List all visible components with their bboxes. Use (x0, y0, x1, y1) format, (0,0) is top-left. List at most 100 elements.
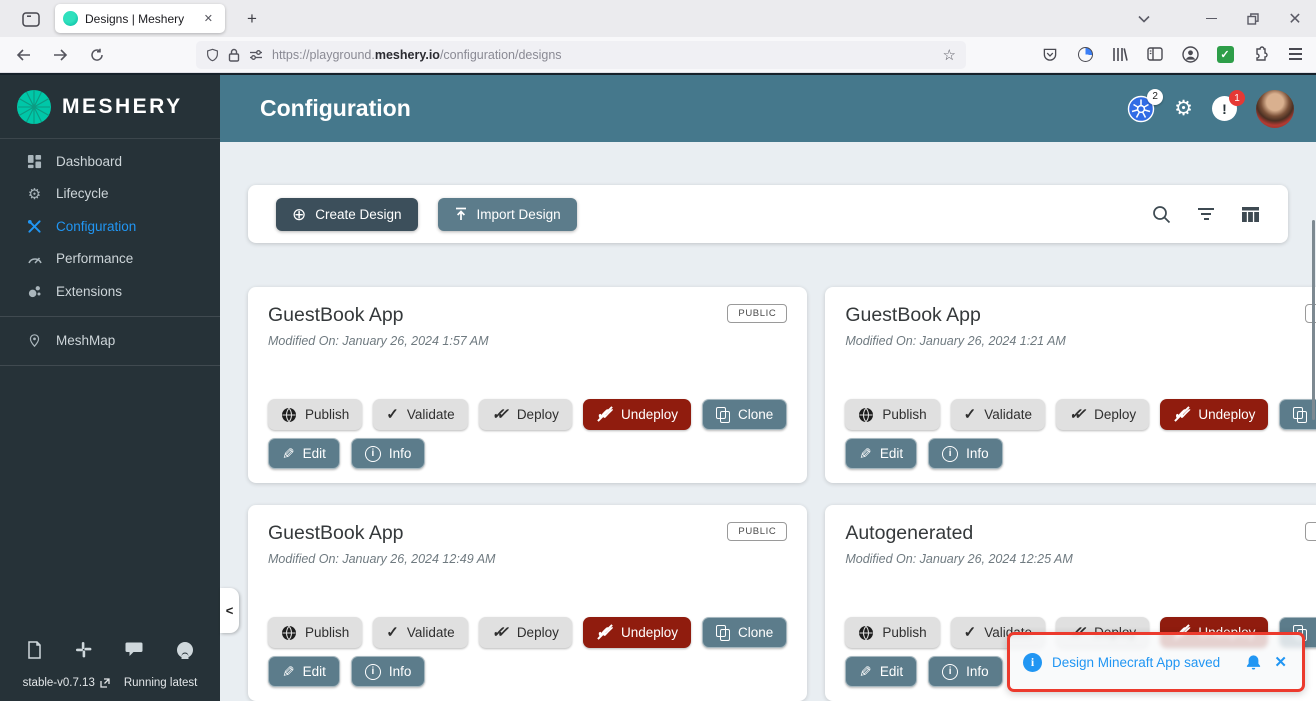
toast-close-icon[interactable]: ✕ (1272, 653, 1289, 671)
list-all-tabs-icon[interactable] (1132, 9, 1156, 29)
check-icon: ✓ (963, 624, 977, 641)
copy-icon (716, 624, 731, 641)
sidebar-toggle-icon[interactable] (1144, 43, 1166, 65)
tracking-shield-icon[interactable] (206, 48, 219, 62)
puzzle-extension-icon[interactable] (1249, 43, 1271, 65)
bell-icon[interactable] (1245, 654, 1262, 671)
kubernetes-context-button[interactable]: 2 (1127, 88, 1164, 123)
window-minimize-button[interactable] (1190, 0, 1232, 37)
window-close-button[interactable]: ✕ (1274, 0, 1316, 37)
table-view-icon[interactable] (1241, 206, 1260, 223)
performance-gauge-icon (26, 253, 43, 265)
info-button[interactable]: i Info (928, 438, 1003, 469)
sidebar-item-lifecycle[interactable]: ⚙ Lifecycle (0, 178, 220, 211)
sidebar-collapse-button[interactable]: < (220, 588, 239, 633)
sidebar-item-configuration[interactable]: Configuration (0, 210, 220, 243)
edit-button[interactable]: ✎ Edit (268, 656, 340, 687)
meshery-logo[interactable]: MESHERY (0, 75, 220, 139)
version-status: Running latest (123, 677, 198, 689)
design-title: Autogenerated (845, 522, 974, 544)
deploy-button[interactable]: ✓✓ Deploy (478, 617, 572, 648)
search-icon[interactable] (1152, 205, 1171, 224)
validate-button[interactable]: ✓ Validate (373, 399, 468, 430)
lock-icon[interactable] (228, 48, 240, 62)
sidebar-item-meshmap[interactable]: MeshMap (0, 325, 220, 358)
tab-title: Designs | Meshery (85, 11, 185, 26)
info-button[interactable]: i Info (350, 656, 426, 687)
deploy-button[interactable]: ✓✓ Deploy (1055, 399, 1150, 430)
reload-button[interactable] (84, 43, 110, 67)
tab-close-icon[interactable]: ✕ (200, 10, 217, 27)
designs-toolbar: ⊕ Create Design Import Design (248, 185, 1288, 243)
sidebar-divider (0, 365, 220, 366)
undeploy-button[interactable]: ✓✓ Undeploy (582, 399, 692, 430)
modified-date: Modified On: January 26, 2024 1:57 AM (268, 334, 489, 348)
undeploy-button[interactable]: ✓✓ Undeploy (582, 617, 692, 648)
window-restore-button[interactable] (1232, 0, 1274, 37)
publish-button[interactable]: Publish (845, 617, 940, 648)
meshery-favicon (63, 11, 78, 26)
forward-button[interactable] (47, 43, 73, 67)
slack-icon[interactable] (75, 641, 92, 659)
import-design-button[interactable]: Import Design (437, 197, 577, 231)
sidebar-item-label: Extensions (56, 283, 123, 299)
check-icon: ✓ (386, 406, 399, 423)
design-title: GuestBook App (845, 304, 981, 326)
user-avatar[interactable] (1256, 89, 1294, 128)
undeploy-button[interactable]: ✓✓ Undeploy (1160, 399, 1269, 430)
chat-icon[interactable] (125, 641, 143, 659)
clone-button[interactable]: Clone (702, 399, 788, 430)
pencil-icon: ✎ (859, 663, 872, 681)
notification-button[interactable]: ! 1 (1212, 90, 1245, 121)
info-button[interactable]: i Info (350, 438, 426, 469)
clone-button[interactable]: Clone (1279, 399, 1316, 430)
back-button[interactable] (10, 43, 36, 67)
info-icon: i (942, 445, 959, 462)
create-design-button[interactable]: ⊕ Create Design (276, 197, 418, 231)
brand-name: MESHERY (62, 94, 183, 118)
edit-button[interactable]: ✎ Edit (845, 656, 918, 687)
deploy-button[interactable]: ✓✓ Deploy (478, 399, 572, 430)
pencil-icon: ✎ (282, 445, 295, 463)
settings-button[interactable]: ⚙ (1174, 96, 1193, 121)
sidebar-item-dashboard[interactable]: Dashboard (0, 145, 220, 178)
pocket-icon[interactable] (1039, 43, 1061, 65)
sidebar-item-label: Dashboard (56, 153, 123, 169)
visibility-badge: PUBLIC (1304, 522, 1316, 541)
docs-icon[interactable] (26, 641, 42, 659)
globe-icon (859, 407, 874, 422)
visibility-badge: PUBLIC (727, 304, 788, 323)
edit-button[interactable]: ✎ Edit (268, 438, 340, 469)
url-bar[interactable]: https://playground.meshery.io/configurat… (196, 41, 966, 69)
version-link[interactable]: stable-v0.7.13 (23, 677, 110, 689)
edit-button[interactable]: ✎ Edit (845, 438, 918, 469)
account-icon[interactable] (1179, 43, 1201, 65)
permissions-icon[interactable] (249, 49, 263, 61)
library-icon[interactable] (1109, 43, 1131, 65)
sidebar-item-performance[interactable]: Performance (0, 243, 220, 276)
validate-button[interactable]: ✓ Validate (950, 399, 1045, 430)
github-icon[interactable] (176, 641, 194, 659)
toast-message: Design Minecraft App saved (1052, 654, 1221, 670)
page-scrollbar[interactable] (1312, 220, 1315, 420)
publish-button[interactable]: Publish (268, 617, 363, 648)
menu-hamburger-icon[interactable] (1284, 43, 1306, 65)
import-icon (455, 207, 466, 220)
globe-icon (282, 407, 296, 422)
new-tab-button[interactable]: + (240, 8, 264, 30)
sidebar-item-extensions[interactable]: Extensions (0, 275, 220, 308)
timer-extension-icon[interactable] (1074, 43, 1096, 65)
copy-icon (716, 406, 731, 423)
clone-button[interactable]: Clone (702, 617, 788, 648)
browser-tab[interactable]: Designs | Meshery ✕ (55, 4, 225, 33)
meshery-logo-icon (17, 89, 51, 124)
publish-button[interactable]: Publish (268, 399, 363, 430)
design-card: GuestBook App PUBLIC Modified On: Januar… (248, 505, 808, 701)
bookmark-star-icon[interactable]: ☆ (943, 46, 956, 64)
firefox-view-icon[interactable] (18, 9, 44, 29)
publish-button[interactable]: Publish (845, 399, 940, 430)
info-button[interactable]: i Info (928, 656, 1003, 687)
filter-icon[interactable] (1198, 208, 1214, 220)
checker-extension-icon[interactable]: ✓ (1214, 43, 1236, 65)
validate-button[interactable]: ✓ Validate (373, 617, 468, 648)
